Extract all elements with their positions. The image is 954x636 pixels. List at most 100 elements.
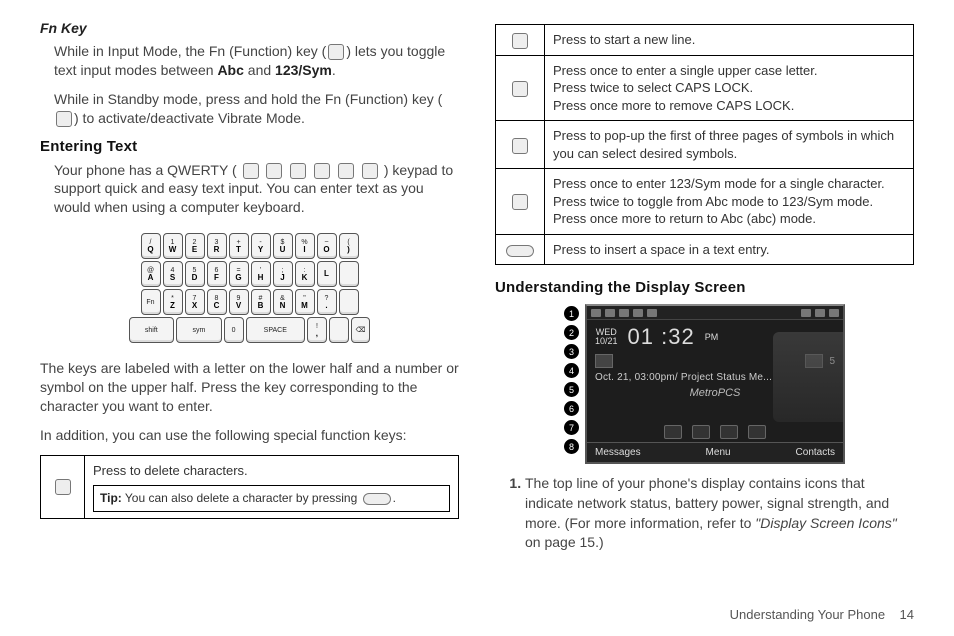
text: ) to activate/deactivate Vibrate Mode. [74, 110, 305, 126]
heading-entering-text: Entering Text [40, 138, 459, 155]
keyboard-key: Fn [141, 289, 161, 315]
e-key-icon [290, 163, 306, 179]
menu-shortcut-icon [692, 425, 710, 439]
clock-time: 01 :32 [628, 324, 695, 350]
menu-icon-bar [587, 422, 843, 442]
keyboard-key: $U [273, 233, 293, 259]
heading-display-screen: Understanding the Display Screen [495, 279, 914, 296]
tip-box: Tip: You can also delete a character by … [93, 485, 450, 511]
t-key-icon [338, 163, 354, 179]
keyboard-key: /Q [141, 233, 161, 259]
keyboard-key: @A [141, 261, 161, 287]
status-bar [587, 306, 843, 320]
qwerty-keyboard-figure: /Q1W2E3R+T-Y$U%I~O() @A4S5D6F=G'H;J:KL F… [125, 227, 375, 349]
text: and [244, 62, 275, 78]
menu-shortcut-icon [664, 425, 682, 439]
space-key-icon [506, 245, 534, 257]
callout-5: 5 [564, 382, 579, 397]
status-icon [647, 309, 657, 317]
mode-abc: Abc [217, 62, 243, 78]
keyboard-key: :K [295, 261, 315, 287]
table-row: Press once to enter a single upper case … [496, 55, 914, 121]
fn-paragraph-2: While in Standby mode, press and hold th… [54, 90, 459, 128]
keyboard-key: =G [229, 261, 249, 287]
keyboard-key: 8C [207, 289, 227, 315]
softkey-left: Messages [595, 447, 641, 458]
fn-key-icon [56, 111, 72, 127]
keyboard-key: 6F [207, 261, 227, 287]
keyboard-key: #B [251, 289, 271, 315]
q-key-icon [243, 163, 259, 179]
chapter-title: Understanding Your Phone [730, 607, 885, 622]
heading-fn-key: Fn Key [40, 20, 459, 36]
keyboard-key: L [317, 261, 337, 287]
keyboard-key [339, 289, 359, 315]
keyboard-key [339, 261, 359, 287]
r-key-icon [314, 163, 330, 179]
keyboard-key: *Z [163, 289, 183, 315]
key-description: Press to pop-up the first of three pages… [545, 121, 914, 169]
keyboard-key: +T [229, 233, 249, 259]
table-row: Press to start a new line. [496, 25, 914, 56]
delete-description: Press to delete characters. [93, 462, 450, 480]
keyboard-key: %I [295, 233, 315, 259]
callout-4: 4 [564, 363, 579, 378]
keyboard-key: 2E [185, 233, 205, 259]
status-icon [633, 309, 643, 317]
menu-shortcut-icon [748, 425, 766, 439]
softkey-center: Menu [706, 447, 731, 458]
callout-3: 3 [564, 344, 579, 359]
y-key-icon [362, 163, 378, 179]
keyboard-key: 0 [224, 317, 244, 343]
mode-123sym: 123/Sym [275, 62, 332, 78]
keyboard-key: ;J [273, 261, 293, 287]
delete-key-table: Press to delete characters. Tip: You can… [40, 455, 459, 519]
keyboard-key: 4S [163, 261, 183, 287]
callout-2: 2 [564, 325, 579, 340]
key-description: Press to start a new line. [545, 25, 914, 56]
table-row: Press to insert a space in a text entry. [496, 234, 914, 265]
w-key-icon [266, 163, 282, 179]
keyboard-key: ~O [317, 233, 337, 259]
page-number: 14 [900, 607, 914, 622]
sym-key-icon [512, 138, 528, 154]
keyboard-key: ?. [317, 289, 337, 315]
status-icon [605, 309, 615, 317]
text: on page 15.) [525, 534, 604, 550]
page-footer: Understanding Your Phone 14 [730, 607, 914, 622]
entering-paragraph-3: In addition, you can use the following s… [40, 426, 459, 445]
clock-date: 10/21 [595, 337, 618, 347]
wallpaper [773, 332, 843, 422]
keyboard-key: 9V [229, 289, 249, 315]
softkey-row: Messages Menu Contacts [587, 442, 843, 462]
key-description: Press to insert a space in a text entry. [545, 234, 914, 265]
key-description: Press once to enter 123/Sym mode for a s… [545, 169, 914, 235]
keyboard-key: &N [273, 289, 293, 315]
callout-numbers: 1 2 3 4 5 6 7 8 [564, 304, 579, 464]
keyboard-key: "M [295, 289, 315, 315]
keyboard-key: ⌫ [351, 317, 371, 343]
entering-paragraph-1: Your phone has a QWERTY ( ) keypad to su… [54, 161, 459, 218]
signal-icon [591, 309, 601, 317]
keyboard-key: 3R [207, 233, 227, 259]
delete-key-icon [55, 479, 71, 495]
table-row: Press to pop-up the first of three pages… [496, 121, 914, 169]
clock-ampm: PM [705, 332, 719, 342]
keyboard-key: 1W [163, 233, 183, 259]
shift-key-icon [512, 81, 528, 97]
entering-paragraph-2: The keys are labeled with a letter on th… [40, 359, 459, 416]
text: While in Standby mode, press and hold th… [54, 91, 442, 107]
callout-8: 8 [564, 439, 579, 454]
callout-7: 7 [564, 420, 579, 435]
enter-key-icon [512, 33, 528, 49]
keyboard-key: !, [307, 317, 327, 343]
clear-key-icon [363, 493, 391, 505]
sound-icon [815, 309, 825, 317]
status-icon [619, 309, 629, 317]
keyboard-key: 7X [185, 289, 205, 315]
special-keys-table: Press to start a new line.Press once to … [495, 24, 914, 265]
keyboard-key: shift [129, 317, 175, 343]
phone-screen: WED 10/21 01 :32 PM 5 Oct. 21, 03:00pm/ … [585, 304, 845, 464]
table-row: Press once to enter 123/Sym mode for a s… [496, 169, 914, 235]
display-screen-figure: 1 2 3 4 5 6 7 8 [495, 304, 914, 464]
